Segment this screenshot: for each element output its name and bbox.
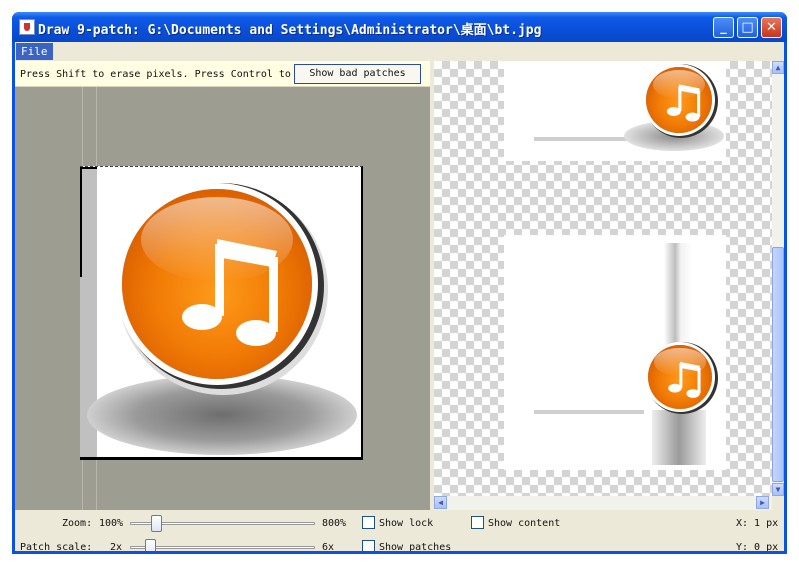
java-app-icon: [19, 19, 35, 35]
y-coordinate-readout: Y: 0 px: [736, 542, 779, 551]
hint-bar: Press Shift to erase pixels. Press Contr…: [15, 61, 430, 87]
scroll-down-button[interactable]: ▼: [772, 483, 784, 496]
maximize-button[interactable]: □: [737, 17, 758, 38]
zoom-slider-thumb[interactable]: [151, 515, 162, 532]
show-patches-checkbox[interactable]: [362, 540, 375, 551]
show-lock-label[interactable]: Show lock: [379, 518, 433, 529]
icon-shadow: [87, 375, 357, 455]
music-note-icon: [648, 345, 712, 409]
scroll-left-button[interactable]: ◀: [434, 496, 447, 509]
patch-editor[interactable]: Press Shift to erase pixels. Press Contr…: [15, 61, 430, 510]
show-lock-checkbox[interactable]: [362, 516, 375, 529]
preview-vertical: [504, 235, 726, 470]
title-bar[interactable]: Draw 9-patch: G:\Documents and Settings\…: [12, 12, 787, 42]
show-content-label[interactable]: Show content: [488, 518, 560, 529]
menu-bar: File: [15, 42, 784, 61]
music-note-icon: [122, 189, 312, 379]
scroll-right-button[interactable]: ▶: [756, 496, 769, 509]
show-bad-patches-button[interactable]: Show bad patches: [294, 64, 421, 84]
scroll-up-button[interactable]: ▲: [772, 61, 784, 74]
patch-scale-min-label: 2x: [110, 542, 123, 551]
preview-pane[interactable]: [434, 61, 772, 496]
image-canvas[interactable]: [80, 166, 363, 460]
patch-scale-slider-thumb[interactable]: [145, 539, 156, 551]
app-window: Draw 9-patch: G:\Documents and Settings\…: [12, 12, 787, 554]
close-button[interactable]: ✕: [761, 17, 782, 38]
x-coordinate-readout: X: 1 px: [736, 518, 779, 529]
zoom-max-label: 800%: [322, 518, 347, 529]
show-patches-label[interactable]: Show patches: [379, 542, 451, 551]
icon-shadow: [652, 410, 706, 465]
zoom-label: Zoom:: [62, 518, 93, 529]
patch-scale-label: Patch scale:: [20, 542, 93, 551]
controls-panel: Zoom: 100% 800% Patch scale: 2x 6x Show …: [15, 510, 784, 551]
preview-horizontal: [504, 61, 726, 161]
stretch-line: [534, 410, 644, 414]
music-note-icon: [646, 67, 712, 133]
patch-scale-slider-track[interactable]: [130, 546, 315, 549]
vertical-scrollbar[interactable]: ▲ ▼: [772, 61, 784, 496]
music-note-glyph: [668, 361, 701, 398]
window-title: Draw 9-patch: G:\Documents and Settings\…: [38, 23, 542, 38]
zoom-min-label: 100%: [99, 518, 124, 529]
patch-scale-max-label: 6x: [322, 542, 335, 551]
menu-file[interactable]: File: [16, 43, 53, 60]
music-note-glyph: [666, 84, 701, 122]
patch-marker: [80, 167, 97, 169]
client-area: File Press Shift to erase pixels. Press …: [15, 42, 784, 551]
minimize-button[interactable]: _: [713, 17, 734, 38]
music-note-glyph: [182, 239, 278, 346]
scroll-thumb[interactable]: [772, 247, 784, 482]
horizontal-scrollbar[interactable]: ◀ ▶: [434, 496, 772, 510]
patch-marker: [80, 167, 82, 277]
show-content-checkbox[interactable]: [471, 516, 484, 529]
